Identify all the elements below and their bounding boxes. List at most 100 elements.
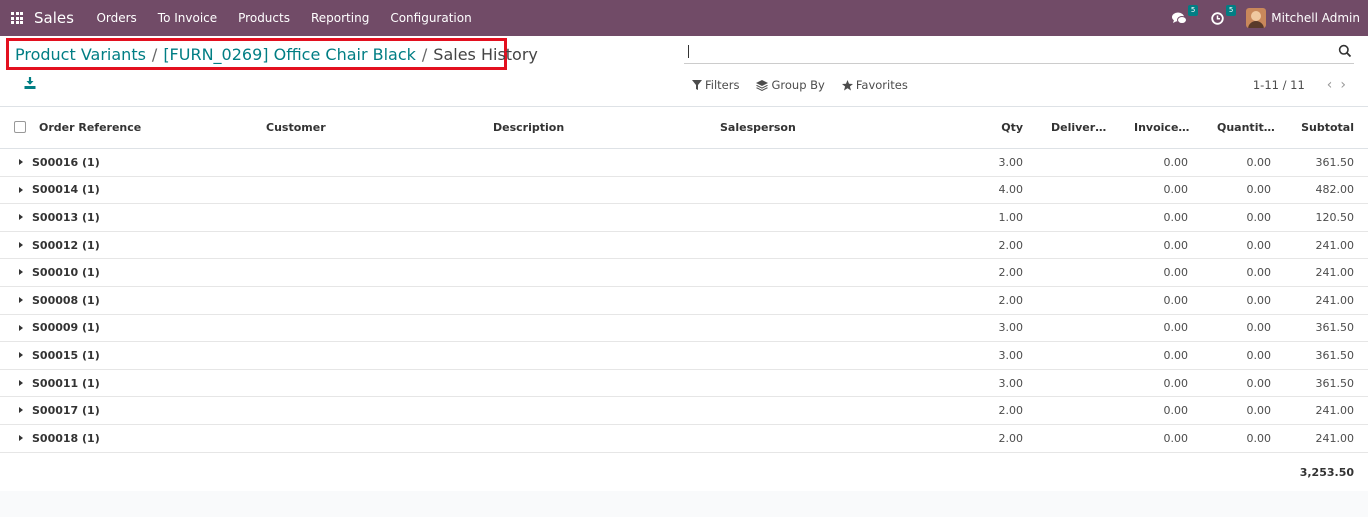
favorites-button[interactable]: Favorites (841, 78, 908, 92)
group-name[interactable]: S00010 (1) (32, 259, 100, 286)
star-icon (841, 79, 853, 90)
search-input[interactable] (684, 40, 1354, 64)
group-row[interactable]: S00014 (1) 4.00 0.00 0.00 482.00 (0, 177, 1368, 205)
messages-badge: 5 (1187, 5, 1199, 16)
group-quantity: 0.00 (1246, 266, 1272, 280)
group-invoiced: 0.00 (1163, 266, 1189, 280)
caret-right-icon[interactable] (19, 352, 23, 359)
group-name[interactable]: S00008 (1) (32, 287, 100, 314)
caret-right-icon[interactable] (19, 407, 23, 414)
filter-icon (692, 80, 702, 90)
pager-next-icon[interactable]: › (1340, 78, 1346, 92)
group-invoiced: 0.00 (1163, 238, 1189, 252)
column-invoiced[interactable]: Invoice… (1134, 107, 1194, 148)
group-subtotal: 241.00 (1315, 238, 1355, 252)
filters-button[interactable]: Filters (692, 78, 739, 92)
download-icon[interactable] (24, 76, 36, 90)
caret-right-icon[interactable] (19, 159, 23, 165)
menu-orders[interactable]: Orders (86, 11, 147, 25)
pager-value[interactable]: 1-11 / 11 (1253, 78, 1305, 92)
menu-products[interactable]: Products (228, 11, 301, 25)
caret-right-icon[interactable] (19, 186, 23, 193)
group-qty: 1.00 (998, 210, 1024, 224)
group-name[interactable]: S00012 (1) (32, 232, 100, 259)
group-row[interactable]: S00009 (1) 3.00 0.00 0.00 361.50 (0, 315, 1368, 343)
group-qty: 3.00 (998, 376, 1024, 390)
column-customer[interactable]: Customer (266, 107, 476, 148)
top-navbar: Sales Orders To Invoice Products Reporti… (0, 0, 1368, 36)
column-order-reference[interactable]: Order Reference (39, 107, 249, 148)
group-row[interactable]: S00016 (1) 3.00 0.00 0.00 361.50 (0, 149, 1368, 177)
column-description[interactable]: Description (493, 107, 703, 148)
group-qty: 3.00 (998, 155, 1024, 169)
caret-right-icon[interactable] (19, 241, 23, 248)
chat-bubbles-icon (1171, 12, 1187, 24)
group-invoiced: 0.00 (1163, 348, 1189, 362)
group-name[interactable]: S00016 (1) (32, 149, 100, 176)
breadcrumb-product-variants[interactable]: Product Variants (15, 45, 146, 64)
group-subtotal: 241.00 (1315, 293, 1355, 307)
group-name[interactable]: S00015 (1) (32, 342, 100, 369)
control-panel: Product Variants / [FURN_0269] Office Ch… (0, 36, 1368, 107)
breadcrumb-separator: / (421, 44, 428, 64)
messaging-icon[interactable]: 5 (1170, 5, 1199, 27)
apps-menu-icon[interactable] (11, 12, 23, 24)
group-qty: 2.00 (998, 238, 1024, 252)
group-by-label: Group By (771, 78, 825, 92)
group-row[interactable]: S00017 (1) 2.00 0.00 0.00 241.00 (0, 397, 1368, 425)
clock-icon (1211, 11, 1224, 25)
group-row[interactable]: S00008 (1) 2.00 0.00 0.00 241.00 (0, 287, 1368, 315)
group-name[interactable]: S00017 (1) (32, 397, 100, 424)
group-name[interactable]: S00013 (1) (32, 204, 100, 231)
caret-right-icon[interactable] (19, 269, 23, 276)
app-name[interactable]: Sales (34, 9, 74, 27)
group-qty: 3.00 (998, 348, 1024, 362)
column-qty[interactable]: Qty (960, 107, 1023, 148)
total-subtotal: 3,253.50 (1299, 465, 1354, 479)
select-all-checkbox[interactable] (14, 121, 26, 133)
user-avatar[interactable] (1246, 8, 1267, 28)
caret-right-icon[interactable] (19, 434, 23, 441)
menu-to-invoice[interactable]: To Invoice (147, 11, 227, 25)
pager-previous-icon[interactable]: ‹ (1327, 78, 1333, 92)
group-subtotal: 120.50 (1315, 210, 1355, 224)
group-row[interactable]: S00011 (1) 3.00 0.00 0.00 361.50 (0, 370, 1368, 398)
group-name[interactable]: S00011 (1) (32, 370, 100, 397)
group-quantity: 0.00 (1246, 210, 1272, 224)
caret-right-icon[interactable] (19, 379, 23, 386)
group-invoiced: 0.00 (1163, 376, 1189, 390)
menu-reporting[interactable]: Reporting (300, 11, 379, 25)
user-menu[interactable]: Mitchell Admin (1271, 11, 1360, 25)
column-subtotal[interactable]: Subtotal (1290, 107, 1354, 148)
column-delivered[interactable]: Deliver… (1051, 107, 1111, 148)
group-name[interactable]: S00014 (1) (32, 177, 100, 204)
group-invoiced: 0.00 (1163, 431, 1189, 445)
filters-label: Filters (705, 78, 740, 92)
group-by-button[interactable]: Group By (756, 78, 825, 92)
group-row[interactable]: S00010 (1) 2.00 0.00 0.00 241.00 (0, 259, 1368, 287)
group-quantity: 0.00 (1246, 348, 1272, 362)
caret-right-icon[interactable] (19, 296, 23, 303)
group-row[interactable]: S00013 (1) 1.00 0.00 0.00 120.50 (0, 204, 1368, 232)
breadcrumb-product[interactable]: [FURN_0269] Office Chair Black (163, 45, 416, 64)
activities-icon[interactable]: 5 (1208, 5, 1237, 27)
group-invoiced: 0.00 (1163, 210, 1189, 224)
group-row[interactable]: S00012 (1) 2.00 0.00 0.00 241.00 (0, 232, 1368, 260)
search-icon[interactable] (1338, 44, 1352, 58)
column-quantity[interactable]: Quantit… (1217, 107, 1277, 148)
pager: 1-11 / 11 ‹ › (1253, 78, 1346, 92)
group-name[interactable]: S00018 (1) (32, 425, 100, 452)
group-row[interactable]: S00015 (1) 3.00 0.00 0.00 361.50 (0, 342, 1368, 370)
group-quantity: 0.00 (1246, 183, 1272, 197)
caret-right-icon[interactable] (19, 214, 23, 221)
group-row[interactable]: S00018 (1) 2.00 0.00 0.00 241.00 (0, 425, 1368, 453)
group-name[interactable]: S00009 (1) (32, 315, 100, 342)
group-qty: 2.00 (998, 293, 1024, 307)
group-subtotal: 241.00 (1315, 266, 1355, 280)
group-quantity: 0.00 (1246, 431, 1272, 445)
group-quantity: 0.00 (1246, 404, 1272, 418)
group-qty: 2.00 (998, 266, 1024, 280)
column-salesperson[interactable]: Salesperson (720, 107, 930, 148)
menu-configuration[interactable]: Configuration (380, 11, 482, 25)
caret-right-icon[interactable] (19, 324, 23, 331)
